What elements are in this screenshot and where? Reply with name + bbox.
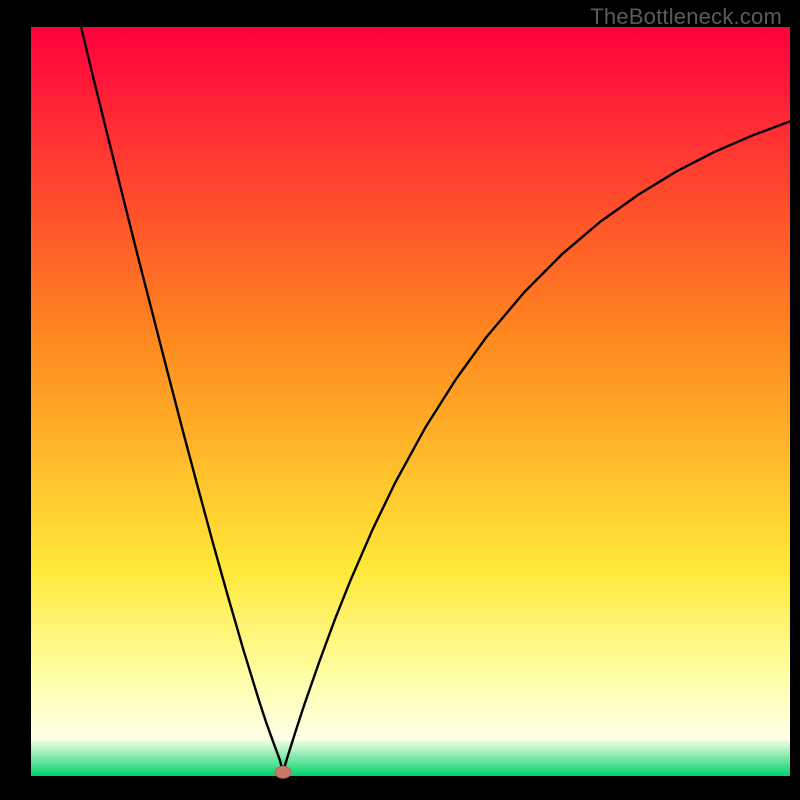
plot-background-gradient [31,27,790,776]
minimum-marker [275,766,291,778]
chart-container: TheBottleneck.com [0,0,800,800]
bottleneck-chart [0,0,800,800]
